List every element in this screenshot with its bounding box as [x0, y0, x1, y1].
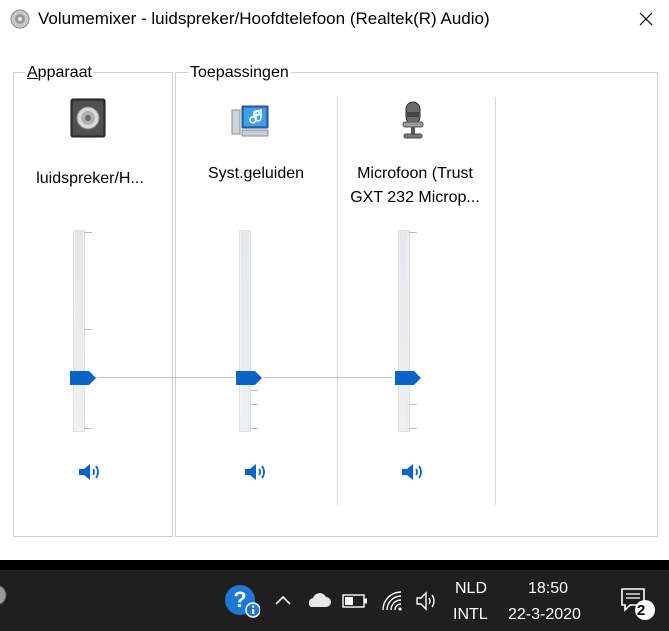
microphone-volume-slider-thumb[interactable]: [395, 371, 421, 385]
volume-link-line: [263, 377, 393, 378]
window-title: Volumemixer - luidspreker/Hoofdtelefoon …: [38, 9, 490, 28]
taskbar: ? NLD INTL 18:50 22-3-2020 2: [0, 560, 669, 631]
microphone-icon[interactable]: [393, 100, 433, 140]
system-sounds-mute-button[interactable]: [243, 461, 269, 483]
slider-tick: [250, 428, 258, 429]
svg-text:?: ?: [233, 587, 246, 612]
volume-mixer-window: Volumemixer - luidspreker/Hoofdtelefoon …: [0, 0, 669, 560]
system-sounds-label: Syst.geluiden: [207, 165, 305, 182]
slider-tick: [409, 428, 417, 429]
device-volume-slider-thumb[interactable]: [70, 371, 96, 385]
chevron-up-icon[interactable]: [274, 594, 292, 606]
microphone-volume-track[interactable]: [398, 230, 410, 432]
wifi-icon[interactable]: [381, 590, 405, 612]
volume-mixer-app-icon: [10, 9, 30, 29]
slider-tick: [84, 232, 92, 233]
device-volume-track[interactable]: [73, 230, 85, 432]
language-indicator-top[interactable]: NLD: [455, 580, 487, 598]
device-group-label: Apparaat: [25, 64, 94, 82]
microphone-label: Microfoon (Trust GXT 232 Microp...: [340, 162, 490, 210]
channel-separator: [337, 97, 338, 505]
clock-time[interactable]: 18:50: [528, 580, 568, 598]
taskbar-app-icon[interactable]: [0, 580, 10, 610]
device-mute-button[interactable]: [77, 461, 103, 483]
close-icon: [639, 12, 653, 26]
microphone-label-line2: GXT 232 Microp...: [350, 189, 480, 206]
slider-tick: [409, 404, 417, 405]
close-button[interactable]: [623, 0, 669, 38]
slider-tick: [84, 329, 92, 330]
battery-icon[interactable]: [342, 594, 368, 608]
device-channel-label: luidspreker/H...: [36, 170, 144, 187]
slider-tick: [250, 404, 258, 405]
help-icon[interactable]: ?: [224, 584, 260, 618]
title-bar: Volumemixer - luidspreker/Hoofdtelefoon …: [0, 0, 669, 38]
channel-separator: [495, 97, 496, 505]
taskbar-top-strip: [0, 560, 669, 570]
microphone-label-line1: Microfoon (Trust: [357, 165, 473, 182]
system-sounds-volume-slider-thumb[interactable]: [236, 371, 262, 385]
speaker-device-icon[interactable]: [68, 98, 108, 138]
system-sounds-icon[interactable]: [230, 100, 270, 140]
language-indicator-bottom[interactable]: INTL: [453, 606, 488, 624]
system-sounds-volume-track[interactable]: [239, 230, 251, 432]
volume-link-line: [97, 377, 235, 378]
volume-icon[interactable]: [414, 590, 438, 612]
slider-tick: [409, 232, 417, 233]
clock-date[interactable]: 22-3-2020: [508, 606, 581, 624]
onedrive-icon[interactable]: [305, 591, 331, 609]
slider-tick: [250, 390, 258, 391]
notification-count-badge: 2: [637, 602, 646, 619]
microphone-mute-button[interactable]: [400, 461, 426, 483]
slider-tick: [84, 428, 92, 429]
applications-group-label: Toepassingen: [188, 64, 291, 82]
